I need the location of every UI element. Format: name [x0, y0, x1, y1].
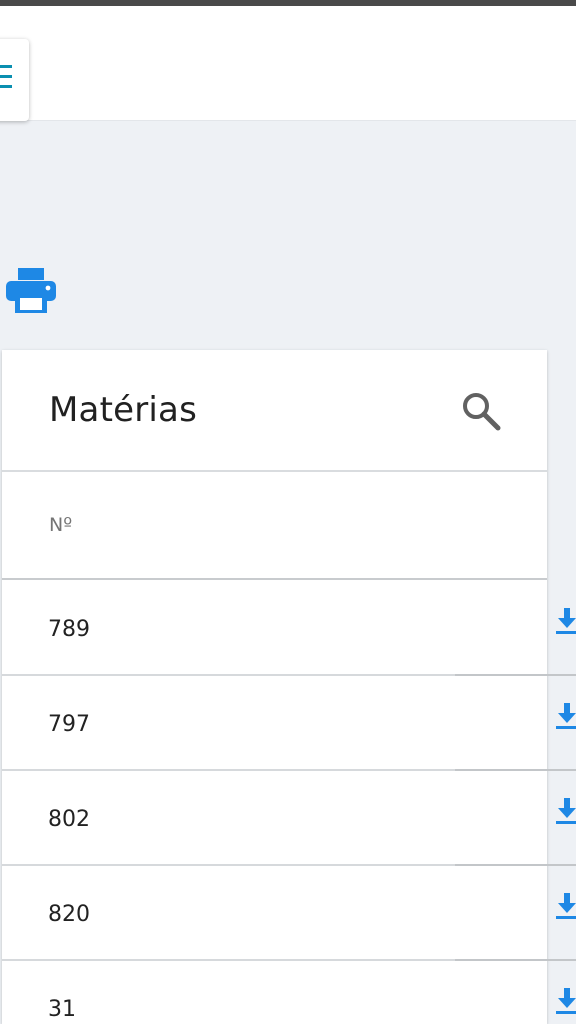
row-number: 31 [48, 997, 76, 1022]
table-row[interactable]: 31 [2, 960, 547, 1024]
row-divider [455, 769, 576, 771]
hamburger-icon [0, 65, 12, 88]
column-label: Nº [49, 514, 73, 536]
table-row[interactable]: 820 [2, 865, 547, 961]
table-row[interactable]: 797 [2, 675, 547, 771]
row-number: 820 [48, 902, 90, 927]
column-header-number[interactable]: Nº [2, 472, 547, 580]
row-divider [455, 959, 576, 961]
menu-button[interactable] [0, 39, 29, 121]
table-row[interactable]: 802 [2, 770, 547, 866]
row-number: 797 [48, 712, 90, 737]
app-header [0, 6, 576, 121]
materias-card: Matérias Nº 789 797 802 820 31 [2, 350, 547, 1024]
download-icon[interactable] [556, 893, 576, 919]
search-icon[interactable] [460, 390, 502, 432]
download-icon[interactable] [556, 798, 576, 824]
download-icon[interactable] [556, 608, 576, 634]
card-title: Matérias [49, 390, 197, 430]
row-number: 802 [48, 807, 90, 832]
download-icon[interactable] [556, 703, 576, 729]
table-row[interactable]: 789 [2, 580, 547, 676]
row-divider [455, 864, 576, 866]
printer-icon[interactable] [6, 268, 56, 314]
row-number: 789 [48, 617, 90, 642]
row-divider [455, 674, 576, 676]
download-icon[interactable] [556, 988, 576, 1014]
